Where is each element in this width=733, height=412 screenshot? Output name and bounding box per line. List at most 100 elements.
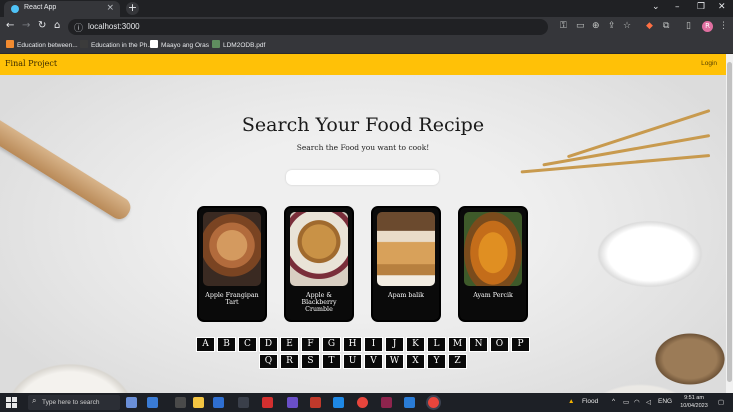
browser-menu-icon[interactable]: ⋮: [719, 21, 728, 31]
recipe-card[interactable]: Apple Frangipan Tart: [197, 206, 267, 322]
cast-icon[interactable]: ▭: [576, 21, 585, 31]
bookmark-item[interactable]: Maayo ang Oras: [150, 40, 209, 49]
windows-start-icon[interactable]: [6, 397, 17, 408]
letter-filter-button[interactable]: A: [196, 337, 215, 352]
top-navbar: Final Project Login: [0, 54, 726, 75]
letter-filter-button[interactable]: Q: [259, 354, 278, 369]
task-view-icon[interactable]: [147, 397, 158, 408]
notification-icon[interactable]: ▢: [718, 398, 724, 406]
chrome-icon[interactable]: [357, 397, 368, 408]
battery-icon[interactable]: ▭: [623, 398, 629, 406]
bookmark-label: Education between...: [17, 42, 78, 49]
language-indicator[interactable]: ENG: [658, 398, 672, 405]
letter-filter-button[interactable]: X: [406, 354, 425, 369]
letter-filter-button[interactable]: R: [280, 354, 299, 369]
calendar-icon[interactable]: [238, 397, 249, 408]
minimize-window-icon[interactable]: –: [675, 2, 680, 12]
reload-icon[interactable]: ↻: [38, 20, 46, 31]
app-icon[interactable]: [310, 397, 321, 408]
bookmark-star-icon[interactable]: ☆: [623, 21, 631, 31]
edge-icon[interactable]: [333, 397, 344, 408]
profile-avatar[interactable]: R: [702, 21, 713, 32]
letter-filter-button[interactable]: T: [322, 354, 341, 369]
letter-filter-button[interactable]: E: [280, 337, 299, 352]
address-url[interactable]: localhost:3000: [88, 22, 140, 31]
app-icon[interactable]: [381, 397, 392, 408]
tab-search-icon[interactable]: ⌄: [652, 2, 660, 12]
letter-filter-button[interactable]: U: [343, 354, 362, 369]
recipe-card[interactable]: Apam balik: [371, 206, 441, 322]
close-window-icon[interactable]: ✕: [718, 2, 726, 12]
letter-filter-button[interactable]: B: [217, 337, 236, 352]
bookmarks-bar: Education between... Education in the Ph…: [0, 37, 733, 54]
letter-filter-button[interactable]: Z: [448, 354, 467, 369]
react-favicon-icon: [11, 5, 19, 13]
password-key-icon[interactable]: ⚿: [560, 21, 567, 31]
bookmark-icon: [80, 40, 88, 48]
close-tab-icon[interactable]: ×: [106, 3, 114, 13]
mail-icon[interactable]: [213, 397, 224, 408]
login-link[interactable]: Login: [701, 60, 717, 67]
letter-filter-button[interactable]: I: [364, 337, 383, 352]
volume-icon[interactable]: ◁: [646, 398, 651, 406]
letter-filter-button[interactable]: N: [469, 337, 488, 352]
page-scrollbar[interactable]: [726, 54, 733, 393]
site-info-icon[interactable]: ⓘ: [74, 21, 83, 34]
letter-filter-button[interactable]: W: [385, 354, 404, 369]
side-panel-icon[interactable]: ▯: [686, 21, 691, 31]
forward-arrow-icon[interactable]: →: [22, 20, 30, 31]
app-icon[interactable]: [287, 397, 298, 408]
letter-filter-button[interactable]: L: [427, 337, 446, 352]
share-icon[interactable]: ⇪: [608, 21, 616, 31]
browser-tab-active[interactable]: React App ×: [4, 1, 120, 17]
tray-chevron-icon[interactable]: ^: [612, 398, 615, 405]
bookmark-item[interactable]: LDM2ODB.pdf: [212, 40, 265, 49]
scrollbar-thumb[interactable]: [727, 62, 732, 382]
taskbar-search-box[interactable]: ⌕ Type here to search: [28, 395, 120, 410]
letter-filter-button[interactable]: Y: [427, 354, 446, 369]
recipe-card[interactable]: Ayam Percik: [458, 206, 528, 322]
brand-title[interactable]: Final Project: [5, 59, 57, 68]
letter-filter-button[interactable]: H: [343, 337, 362, 352]
bookmark-label: LDM2ODB.pdf: [223, 42, 266, 49]
zoom-icon[interactable]: ⊕: [592, 21, 600, 31]
letter-filter-button[interactable]: S: [301, 354, 320, 369]
letter-filter-button[interactable]: J: [385, 337, 404, 352]
maximize-window-icon[interactable]: ❐: [697, 2, 705, 12]
search-icon: ⌕: [32, 396, 37, 405]
address-bar[interactable]: ⓘ localhost:3000: [68, 19, 548, 35]
new-tab-button[interactable]: +: [126, 2, 139, 15]
letter-filter-button[interactable]: C: [238, 337, 257, 352]
chrome-active-icon[interactable]: [428, 397, 439, 408]
recipe-name: Apple & Blackberry Crumble: [301, 292, 337, 314]
letter-filter-button[interactable]: D: [259, 337, 278, 352]
recipe-name: Apple Frangipan Tart: [205, 292, 259, 307]
letter-filter-button[interactable]: P: [511, 337, 530, 352]
home-icon[interactable]: ⌂: [54, 20, 60, 31]
app-icon[interactable]: [175, 397, 186, 408]
vscode-icon[interactable]: [404, 397, 415, 408]
recipe-search-input[interactable]: [286, 170, 439, 185]
letter-filter-button[interactable]: M: [448, 337, 467, 352]
browser-tab-title: React App: [24, 4, 57, 11]
letter-filter-button[interactable]: O: [490, 337, 509, 352]
windows-taskbar: ⌕ Type here to search ▲ Flood ^ ▭ ◠ ◁ EN…: [0, 393, 733, 412]
extensions-puzzle-icon[interactable]: ⧉: [663, 21, 669, 31]
weather-warning-icon[interactable]: ▲: [568, 398, 574, 405]
widgets-icon[interactable]: [126, 397, 137, 408]
extension-fox-icon[interactable]: ◆: [646, 21, 653, 31]
bookmark-item[interactable]: Education between...: [6, 40, 78, 49]
wifi-icon[interactable]: ◠: [634, 398, 640, 406]
letter-filter-button[interactable]: V: [364, 354, 383, 369]
taskbar-clock[interactable]: 9:51 am 10/04/2023: [674, 394, 714, 410]
letter-filter-button[interactable]: K: [406, 337, 425, 352]
bookmark-item[interactable]: Education in the Ph...: [80, 40, 153, 49]
page-subtitle: Search the Food you want to cook!: [296, 143, 430, 152]
file-explorer-icon[interactable]: [193, 397, 204, 408]
letter-filter-button[interactable]: G: [322, 337, 341, 352]
letter-filter-button[interactable]: F: [301, 337, 320, 352]
back-arrow-icon[interactable]: ←: [6, 20, 14, 31]
netflix-icon[interactable]: [262, 397, 273, 408]
weather-text[interactable]: Flood: [582, 398, 598, 405]
recipe-card[interactable]: Apple & Blackberry Crumble: [284, 206, 354, 322]
